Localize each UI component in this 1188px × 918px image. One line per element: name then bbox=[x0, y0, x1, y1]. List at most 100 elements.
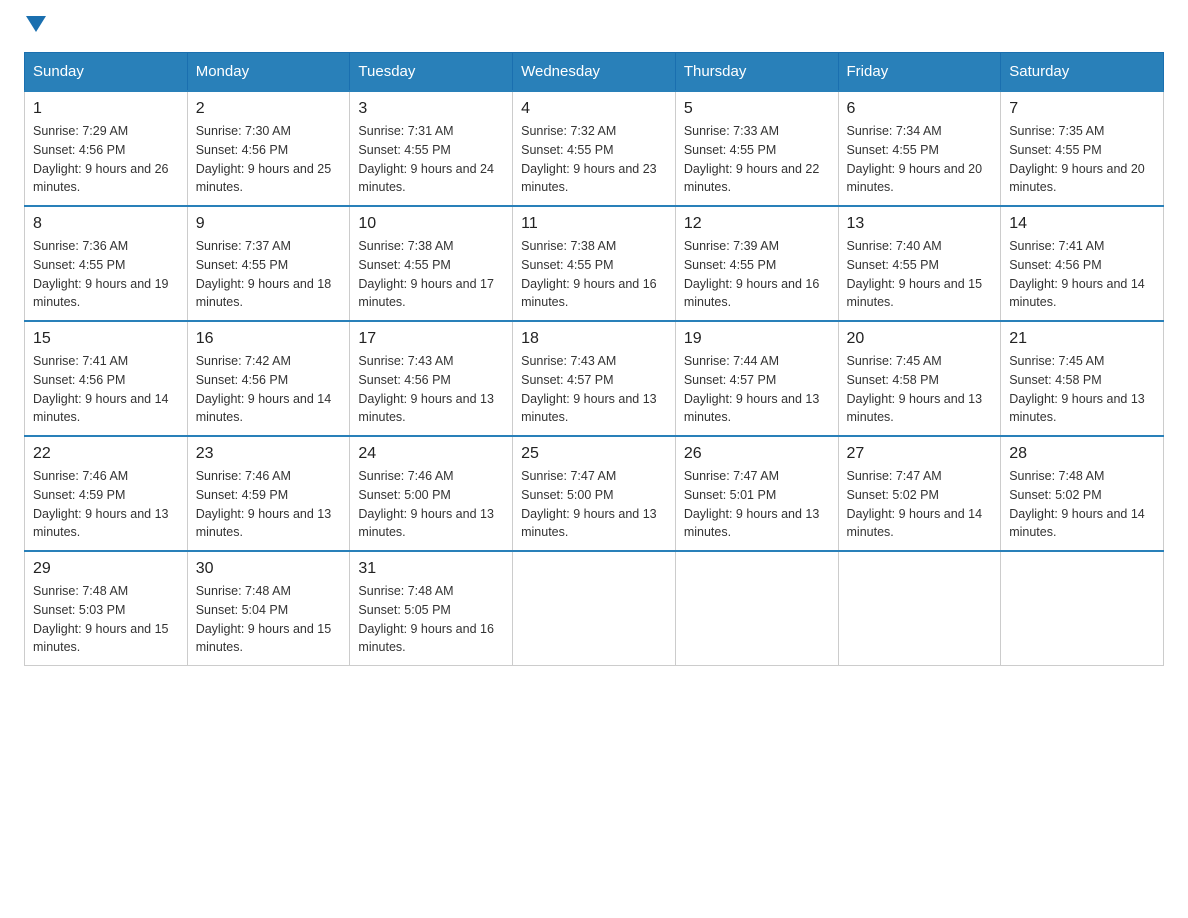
day-info: Sunrise: 7:45 AM Sunset: 4:58 PM Dayligh… bbox=[1009, 352, 1155, 427]
calendar-day-cell bbox=[1001, 551, 1164, 666]
calendar-day-header: Friday bbox=[838, 53, 1001, 92]
calendar-day-header: Sunday bbox=[25, 53, 188, 92]
calendar-day-cell: 3 Sunrise: 7:31 AM Sunset: 4:55 PM Dayli… bbox=[350, 91, 513, 206]
day-number: 29 bbox=[33, 560, 179, 578]
day-number: 19 bbox=[684, 330, 830, 348]
day-number: 22 bbox=[33, 445, 179, 463]
day-number: 24 bbox=[358, 445, 504, 463]
logo bbox=[24, 24, 46, 32]
page-header bbox=[24, 24, 1164, 32]
calendar-week-row: 15 Sunrise: 7:41 AM Sunset: 4:56 PM Dayl… bbox=[25, 321, 1164, 436]
day-number: 25 bbox=[521, 445, 667, 463]
calendar-day-cell: 14 Sunrise: 7:41 AM Sunset: 4:56 PM Dayl… bbox=[1001, 206, 1164, 321]
day-number: 16 bbox=[196, 330, 342, 348]
calendar-day-cell: 11 Sunrise: 7:38 AM Sunset: 4:55 PM Dayl… bbox=[513, 206, 676, 321]
calendar-day-cell bbox=[513, 551, 676, 666]
day-info: Sunrise: 7:30 AM Sunset: 4:56 PM Dayligh… bbox=[196, 122, 342, 197]
calendar-day-cell: 4 Sunrise: 7:32 AM Sunset: 4:55 PM Dayli… bbox=[513, 91, 676, 206]
day-info: Sunrise: 7:44 AM Sunset: 4:57 PM Dayligh… bbox=[684, 352, 830, 427]
calendar-week-row: 8 Sunrise: 7:36 AM Sunset: 4:55 PM Dayli… bbox=[25, 206, 1164, 321]
day-number: 5 bbox=[684, 100, 830, 118]
calendar-day-cell: 24 Sunrise: 7:46 AM Sunset: 5:00 PM Dayl… bbox=[350, 436, 513, 551]
calendar-day-cell: 28 Sunrise: 7:48 AM Sunset: 5:02 PM Dayl… bbox=[1001, 436, 1164, 551]
calendar-day-cell: 27 Sunrise: 7:47 AM Sunset: 5:02 PM Dayl… bbox=[838, 436, 1001, 551]
calendar-day-header: Wednesday bbox=[513, 53, 676, 92]
day-info: Sunrise: 7:29 AM Sunset: 4:56 PM Dayligh… bbox=[33, 122, 179, 197]
day-info: Sunrise: 7:37 AM Sunset: 4:55 PM Dayligh… bbox=[196, 237, 342, 312]
day-info: Sunrise: 7:39 AM Sunset: 4:55 PM Dayligh… bbox=[684, 237, 830, 312]
calendar-day-cell: 16 Sunrise: 7:42 AM Sunset: 4:56 PM Dayl… bbox=[187, 321, 350, 436]
calendar-week-row: 22 Sunrise: 7:46 AM Sunset: 4:59 PM Dayl… bbox=[25, 436, 1164, 551]
calendar-day-cell: 15 Sunrise: 7:41 AM Sunset: 4:56 PM Dayl… bbox=[25, 321, 188, 436]
day-info: Sunrise: 7:41 AM Sunset: 4:56 PM Dayligh… bbox=[33, 352, 179, 427]
calendar-day-cell: 12 Sunrise: 7:39 AM Sunset: 4:55 PM Dayl… bbox=[675, 206, 838, 321]
calendar-day-header: Saturday bbox=[1001, 53, 1164, 92]
calendar-header-row: SundayMondayTuesdayWednesdayThursdayFrid… bbox=[25, 53, 1164, 92]
day-number: 20 bbox=[847, 330, 993, 348]
day-number: 27 bbox=[847, 445, 993, 463]
calendar-day-cell: 13 Sunrise: 7:40 AM Sunset: 4:55 PM Dayl… bbox=[838, 206, 1001, 321]
calendar-day-cell: 7 Sunrise: 7:35 AM Sunset: 4:55 PM Dayli… bbox=[1001, 91, 1164, 206]
day-info: Sunrise: 7:48 AM Sunset: 5:05 PM Dayligh… bbox=[358, 582, 504, 657]
day-number: 3 bbox=[358, 100, 504, 118]
day-number: 11 bbox=[521, 215, 667, 233]
calendar-day-header: Tuesday bbox=[350, 53, 513, 92]
day-number: 26 bbox=[684, 445, 830, 463]
calendar-day-cell bbox=[675, 551, 838, 666]
calendar-day-cell: 21 Sunrise: 7:45 AM Sunset: 4:58 PM Dayl… bbox=[1001, 321, 1164, 436]
calendar-day-cell: 2 Sunrise: 7:30 AM Sunset: 4:56 PM Dayli… bbox=[187, 91, 350, 206]
day-info: Sunrise: 7:47 AM Sunset: 5:00 PM Dayligh… bbox=[521, 467, 667, 542]
day-number: 21 bbox=[1009, 330, 1155, 348]
calendar-day-cell: 10 Sunrise: 7:38 AM Sunset: 4:55 PM Dayl… bbox=[350, 206, 513, 321]
day-info: Sunrise: 7:46 AM Sunset: 5:00 PM Dayligh… bbox=[358, 467, 504, 542]
calendar-day-cell: 6 Sunrise: 7:34 AM Sunset: 4:55 PM Dayli… bbox=[838, 91, 1001, 206]
day-number: 4 bbox=[521, 100, 667, 118]
calendar-day-cell: 22 Sunrise: 7:46 AM Sunset: 4:59 PM Dayl… bbox=[25, 436, 188, 551]
day-number: 13 bbox=[847, 215, 993, 233]
day-info: Sunrise: 7:41 AM Sunset: 4:56 PM Dayligh… bbox=[1009, 237, 1155, 312]
day-info: Sunrise: 7:38 AM Sunset: 4:55 PM Dayligh… bbox=[521, 237, 667, 312]
calendar-day-cell: 30 Sunrise: 7:48 AM Sunset: 5:04 PM Dayl… bbox=[187, 551, 350, 666]
day-number: 9 bbox=[196, 215, 342, 233]
calendar-day-header: Thursday bbox=[675, 53, 838, 92]
day-info: Sunrise: 7:31 AM Sunset: 4:55 PM Dayligh… bbox=[358, 122, 504, 197]
day-number: 12 bbox=[684, 215, 830, 233]
day-number: 14 bbox=[1009, 215, 1155, 233]
calendar-day-cell: 25 Sunrise: 7:47 AM Sunset: 5:00 PM Dayl… bbox=[513, 436, 676, 551]
calendar-week-row: 29 Sunrise: 7:48 AM Sunset: 5:03 PM Dayl… bbox=[25, 551, 1164, 666]
day-number: 28 bbox=[1009, 445, 1155, 463]
day-number: 10 bbox=[358, 215, 504, 233]
day-info: Sunrise: 7:42 AM Sunset: 4:56 PM Dayligh… bbox=[196, 352, 342, 427]
day-info: Sunrise: 7:34 AM Sunset: 4:55 PM Dayligh… bbox=[847, 122, 993, 197]
calendar-day-cell: 26 Sunrise: 7:47 AM Sunset: 5:01 PM Dayl… bbox=[675, 436, 838, 551]
day-number: 15 bbox=[33, 330, 179, 348]
day-number: 31 bbox=[358, 560, 504, 578]
calendar-day-cell: 18 Sunrise: 7:43 AM Sunset: 4:57 PM Dayl… bbox=[513, 321, 676, 436]
day-info: Sunrise: 7:43 AM Sunset: 4:57 PM Dayligh… bbox=[521, 352, 667, 427]
calendar-day-cell: 20 Sunrise: 7:45 AM Sunset: 4:58 PM Dayl… bbox=[838, 321, 1001, 436]
day-info: Sunrise: 7:38 AM Sunset: 4:55 PM Dayligh… bbox=[358, 237, 504, 312]
calendar-day-cell: 23 Sunrise: 7:46 AM Sunset: 4:59 PM Dayl… bbox=[187, 436, 350, 551]
calendar-week-row: 1 Sunrise: 7:29 AM Sunset: 4:56 PM Dayli… bbox=[25, 91, 1164, 206]
day-info: Sunrise: 7:43 AM Sunset: 4:56 PM Dayligh… bbox=[358, 352, 504, 427]
day-info: Sunrise: 7:36 AM Sunset: 4:55 PM Dayligh… bbox=[33, 237, 179, 312]
day-number: 17 bbox=[358, 330, 504, 348]
calendar-day-cell: 1 Sunrise: 7:29 AM Sunset: 4:56 PM Dayli… bbox=[25, 91, 188, 206]
calendar-day-cell: 8 Sunrise: 7:36 AM Sunset: 4:55 PM Dayli… bbox=[25, 206, 188, 321]
calendar-table: SundayMondayTuesdayWednesdayThursdayFrid… bbox=[24, 52, 1164, 666]
day-number: 8 bbox=[33, 215, 179, 233]
calendar-day-cell: 29 Sunrise: 7:48 AM Sunset: 5:03 PM Dayl… bbox=[25, 551, 188, 666]
day-info: Sunrise: 7:48 AM Sunset: 5:02 PM Dayligh… bbox=[1009, 467, 1155, 542]
day-info: Sunrise: 7:35 AM Sunset: 4:55 PM Dayligh… bbox=[1009, 122, 1155, 197]
day-number: 7 bbox=[1009, 100, 1155, 118]
day-info: Sunrise: 7:47 AM Sunset: 5:01 PM Dayligh… bbox=[684, 467, 830, 542]
calendar-day-cell: 19 Sunrise: 7:44 AM Sunset: 4:57 PM Dayl… bbox=[675, 321, 838, 436]
day-number: 1 bbox=[33, 100, 179, 118]
day-info: Sunrise: 7:47 AM Sunset: 5:02 PM Dayligh… bbox=[847, 467, 993, 542]
day-number: 6 bbox=[847, 100, 993, 118]
day-info: Sunrise: 7:33 AM Sunset: 4:55 PM Dayligh… bbox=[684, 122, 830, 197]
day-info: Sunrise: 7:32 AM Sunset: 4:55 PM Dayligh… bbox=[521, 122, 667, 197]
logo-triangle-icon bbox=[26, 16, 46, 32]
calendar-day-cell: 9 Sunrise: 7:37 AM Sunset: 4:55 PM Dayli… bbox=[187, 206, 350, 321]
day-number: 2 bbox=[196, 100, 342, 118]
